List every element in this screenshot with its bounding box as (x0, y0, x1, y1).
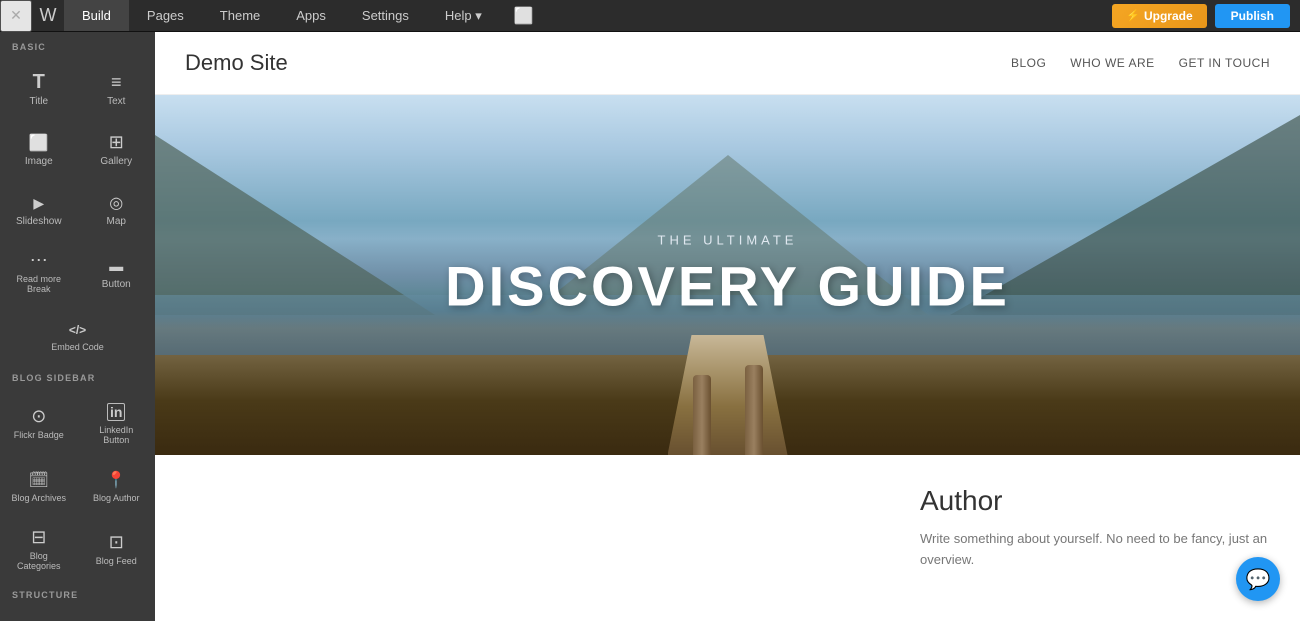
weebly-logo[interactable]: W (32, 0, 64, 32)
linkedin-icon (107, 401, 125, 421)
sidebar-label-slideshow: Slideshow (16, 216, 62, 227)
tab-theme[interactable]: Theme (202, 0, 278, 31)
slideshow-icon (33, 192, 44, 212)
top-nav: ✕ W Build Pages Theme Apps Settings Help… (0, 0, 1300, 32)
sidebar-label-categories: Blog Categories (9, 551, 69, 571)
site-header: Demo Site Off Text Logo BLOG WHO WE ARE … (155, 32, 1300, 95)
sidebar-item-gallery[interactable]: Gallery (78, 117, 156, 177)
blogfeed-icon (109, 532, 124, 552)
sidebar-label-author: Blog Author (93, 493, 140, 503)
site-nav: BLOG WHO WE ARE GET IN TOUCH (1011, 56, 1270, 70)
upgrade-button[interactable]: ⚡ Upgrade (1112, 4, 1206, 28)
embed-icon (69, 318, 86, 338)
sidebar-item-blogfeed[interactable]: Blog Feed (78, 514, 156, 580)
chat-icon: 💬 (1246, 567, 1271, 592)
nav-right: ⚡ Upgrade Publish (1112, 4, 1300, 28)
author-card: Author Write something about yourself. N… (920, 485, 1270, 571)
nav-item-contact[interactable]: GET IN TOUCH (1179, 56, 1270, 70)
hero-subtitle: THE ULTIMATE (445, 233, 1010, 248)
sidebar-label-readmore: Read more Break (9, 274, 69, 294)
section-label-blog-sidebar: BLOG SIDEBAR (0, 363, 155, 388)
tab-build[interactable]: Build (64, 0, 129, 31)
tab-apps[interactable]: Apps (278, 0, 344, 31)
sidebar-label-text: Text (107, 96, 125, 107)
sidebar-label-button: Button (102, 279, 131, 290)
sidebar-item-button[interactable]: Button (78, 237, 156, 303)
site-preview: Demo Site Off Text Logo BLOG WHO WE ARE … (155, 32, 1300, 621)
author-icon (106, 469, 126, 489)
sidebar-label-title: Title (29, 96, 48, 107)
blog-sidebar-grid: Flickr Badge LinkedIn Button Blog Archiv… (0, 388, 155, 580)
lightning-icon: ⚡ (1126, 9, 1140, 22)
main-layout: BASIC Title Text Image Gallery Slideshow (0, 32, 1300, 621)
sidebar-item-map[interactable]: Map (78, 177, 156, 237)
sidebar-label-archives: Blog Archives (11, 493, 66, 503)
chat-bubble[interactable]: 💬 (1236, 557, 1280, 601)
sidebar-item-readmore[interactable]: Read more Break (0, 237, 78, 303)
sidebar-label-map: Map (107, 216, 126, 227)
archives-icon (29, 469, 49, 489)
author-description: Write something about yourself. No need … (920, 529, 1270, 571)
hero-text-overlay: THE ULTIMATE DISCOVERY GUIDE (445, 233, 1010, 318)
tab-pages[interactable]: Pages (129, 0, 202, 31)
sidebar-item-image[interactable]: Image (0, 117, 78, 177)
sidebar: BASIC Title Text Image Gallery Slideshow (0, 32, 155, 621)
close-button[interactable]: ✕ (0, 0, 32, 32)
bottom-section: Author Write something about yourself. N… (155, 455, 1300, 601)
categories-icon (31, 527, 46, 547)
tab-help[interactable]: Help ▾ (427, 0, 500, 31)
gallery-icon (109, 132, 124, 152)
sidebar-label-gallery: Gallery (100, 156, 132, 167)
mountain-left (155, 135, 435, 315)
section-label-structure: STRUCTURE (0, 580, 155, 605)
sidebar-item-text[interactable]: Text (78, 57, 156, 117)
sidebar-label-blogfeed: Blog Feed (96, 556, 137, 566)
device-switcher[interactable]: ⬜ (500, 6, 548, 26)
nav-tabs: Build Pages Theme Apps Settings Help ▾ (64, 0, 500, 31)
sidebar-item-categories[interactable]: Blog Categories (0, 514, 78, 580)
nav-item-blog[interactable]: BLOG (1011, 56, 1046, 70)
sidebar-item-slideshow[interactable]: Slideshow (0, 177, 78, 237)
dock-post-left (693, 375, 711, 455)
basic-grid: Title Text Image Gallery Slideshow Map (0, 57, 155, 363)
section-label-basic: BASIC (0, 32, 155, 57)
sidebar-label-flickr: Flickr Badge (14, 430, 64, 440)
flickr-icon (31, 406, 46, 426)
preview-area: Demo Site Off Text Logo BLOG WHO WE ARE … (155, 32, 1300, 621)
publish-button[interactable]: Publish (1215, 4, 1290, 28)
sidebar-item-embed[interactable]: Embed Code (0, 303, 155, 363)
sidebar-label-linkedin: LinkedIn Button (87, 425, 147, 445)
sidebar-item-linkedin[interactable]: LinkedIn Button (78, 388, 156, 454)
sidebar-item-title[interactable]: Title (0, 57, 78, 117)
structure-grid: Divider Spacer (0, 605, 155, 621)
hero-title: DISCOVERY GUIDE (445, 256, 1010, 318)
sidebar-label-image: Image (25, 156, 53, 167)
sidebar-item-spacer[interactable]: Spacer (78, 605, 156, 621)
text-icon (111, 72, 122, 92)
sidebar-item-archives[interactable]: Blog Archives (0, 454, 78, 514)
sidebar-label-embed: Embed Code (51, 342, 104, 352)
sidebar-item-divider[interactable]: Divider (0, 605, 78, 621)
image-icon (29, 132, 49, 152)
button-icon (109, 255, 123, 275)
sidebar-item-author[interactable]: Blog Author (78, 454, 156, 514)
author-title: Author (920, 485, 1270, 517)
title-icon (33, 72, 45, 92)
dock-post-right (745, 365, 763, 455)
tab-settings[interactable]: Settings (344, 0, 427, 31)
sidebar-item-flickr[interactable]: Flickr Badge (0, 388, 78, 454)
hero-section[interactable]: THE ULTIMATE DISCOVERY GUIDE (155, 95, 1300, 455)
site-title[interactable]: Demo Site (185, 50, 288, 76)
readmore-icon (30, 250, 48, 270)
map-icon (109, 192, 123, 212)
nav-item-who[interactable]: WHO WE ARE (1070, 56, 1154, 70)
